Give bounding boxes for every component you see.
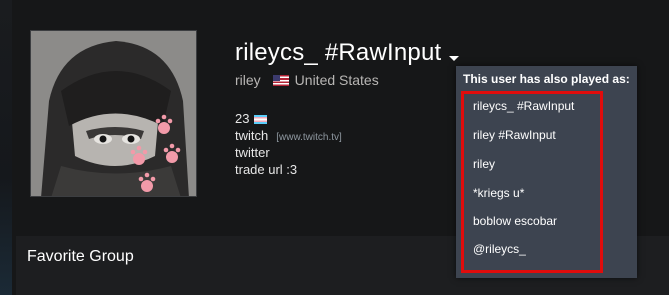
summary-twitch-label: twitch: [235, 128, 269, 143]
avatar-image: [31, 31, 196, 196]
aliases-header: This user has also played as:: [463, 72, 630, 86]
aliases-popup: This user has also played as: rileycs_ #…: [456, 66, 637, 278]
summary-age: 23: [235, 111, 250, 126]
alias-item: boblow escobar: [473, 214, 558, 228]
alias-item: @rileycs_: [473, 242, 526, 256]
profile-summary: 23 twitch [www.twitch.tv] twitter trade u…: [235, 110, 342, 178]
persona-name-row: rileycs_ #RawInput: [235, 38, 460, 68]
alias-item: rileycs_ #RawInput: [473, 99, 575, 113]
alias-item: *kriegs u*: [473, 186, 525, 200]
trans-flag-icon: [254, 115, 268, 124]
real-name: riley: [235, 72, 261, 88]
avatar[interactable]: [30, 30, 197, 197]
alias-item: riley: [473, 157, 496, 171]
alias-item: riley #RawInput: [473, 128, 556, 142]
country-name: United States: [294, 72, 379, 88]
persona-name: rileycs_ #RawInput: [235, 39, 442, 66]
real-name-row: riley United States: [235, 72, 379, 88]
section-title: Favorite Group: [27, 248, 134, 265]
summary-trade-url: trade url :3: [235, 162, 298, 177]
twitch-link[interactable]: [www.twitch.tv]: [276, 132, 342, 143]
us-flag-icon: [272, 74, 289, 86]
caret-down-icon[interactable]: [449, 55, 460, 61]
summary-twitter-label: twitter: [235, 145, 270, 160]
